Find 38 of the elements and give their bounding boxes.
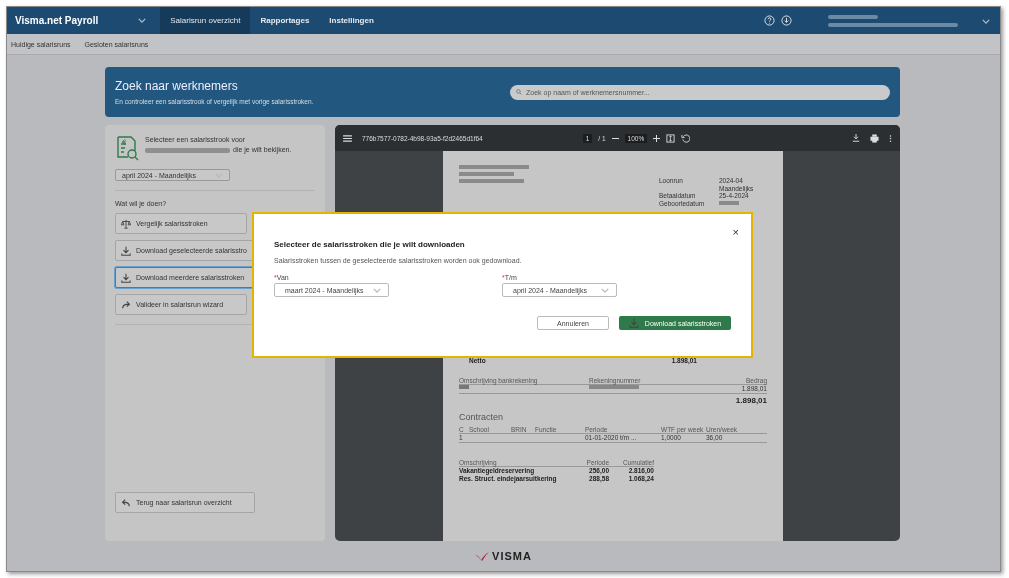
compare-icon xyxy=(121,218,131,229)
print-icon[interactable] xyxy=(870,133,879,143)
caret-icon xyxy=(215,172,223,178)
nav-tab[interactable]: Rapportages xyxy=(250,7,320,35)
nav-tab[interactable]: Salarisrun overzicht xyxy=(160,7,251,35)
logo-text: VISMA xyxy=(492,550,532,562)
download-icon xyxy=(628,318,639,328)
account-number-redacted xyxy=(589,385,639,390)
bank-total: 1.898,01 xyxy=(734,395,767,406)
back-arrow-icon xyxy=(121,497,131,508)
download-icon xyxy=(121,272,131,283)
fit-page-icon[interactable] xyxy=(666,133,676,143)
section-title: Contracten xyxy=(459,411,505,423)
user-name-redacted[interactable] xyxy=(828,12,958,29)
arrow-icon xyxy=(121,299,131,310)
menu-icon[interactable] xyxy=(343,134,352,142)
nav-tab[interactable]: Instellingen xyxy=(319,7,384,35)
help-icon[interactable] xyxy=(764,15,775,27)
rotate-icon[interactable] xyxy=(681,133,691,143)
caret-icon xyxy=(138,18,147,24)
more-icon[interactable] xyxy=(889,133,892,143)
search-icon xyxy=(516,89,522,95)
bank-name-redacted xyxy=(459,385,469,390)
app-title: Visma.net Payroll xyxy=(15,15,99,27)
company-address-redacted xyxy=(459,165,529,185)
zoom-in-icon[interactable] xyxy=(653,134,661,142)
caret-icon xyxy=(982,18,990,24)
caret-icon xyxy=(373,287,381,293)
info-value-redacted xyxy=(719,199,739,205)
download-icon xyxy=(121,245,131,256)
download-icon[interactable] xyxy=(781,15,792,27)
download-icon[interactable] xyxy=(852,134,860,142)
caret-icon xyxy=(601,287,609,293)
banner-title: Zoek naar werknemers xyxy=(115,79,239,93)
logo-swoosh-icon xyxy=(475,551,490,561)
payslip-search-icon xyxy=(115,135,139,161)
dialog-title: Selecteer de salarisstroken die je wilt downloaden xyxy=(274,240,466,249)
close-button[interactable]: × xyxy=(732,226,739,238)
